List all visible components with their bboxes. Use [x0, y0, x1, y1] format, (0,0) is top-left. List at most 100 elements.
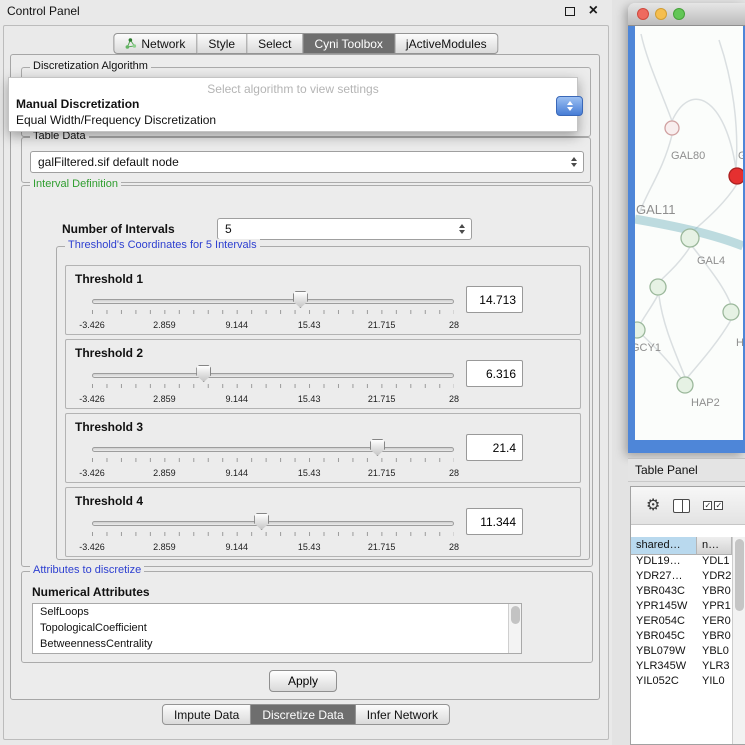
tab-label: Network — [141, 37, 185, 51]
threshold-slider[interactable]: -3.426 2.859 9.144 15.43 21.715 28 — [92, 512, 454, 556]
table-cell: YLR3 — [697, 660, 732, 675]
slider-scale: -3.426 2.859 9.144 15.43 21.715 28 — [92, 542, 454, 554]
tab-network[interactable]: Network — [113, 33, 197, 54]
table-row[interactable]: YIL052C YIL0 — [631, 675, 732, 690]
threshold-value-field[interactable] — [466, 360, 523, 387]
scrollbar-thumb[interactable] — [735, 539, 744, 611]
list-item-selfloops[interactable]: SelfLoops — [33, 604, 521, 620]
threshold-panel-3: Threshold 3 -3.426 2.859 9.144 15.43 21.… — [65, 413, 581, 483]
control-panel-window: Control Panel × Network Style Select Cyn… — [0, 0, 612, 745]
tab-infer-network[interactable]: Infer Network — [356, 704, 450, 725]
table-data-combobox[interactable]: galFiltered.sif default node — [30, 151, 584, 173]
network-node[interactable] — [681, 229, 699, 247]
float-icon[interactable] — [565, 7, 575, 16]
group-attributes-to-discretize: Attributes to discretize Numerical Attri… — [21, 571, 593, 663]
threshold-value-field[interactable] — [466, 434, 523, 461]
tab-impute-data[interactable]: Impute Data — [162, 704, 251, 725]
scale-label: -3.426 — [79, 468, 105, 478]
control-panel-titlebar[interactable]: Control Panel × — [0, 0, 612, 22]
threshold-slider[interactable]: -3.426 2.859 9.144 15.43 21.715 28 — [92, 290, 454, 334]
list-item-betweennesscentrality[interactable]: BetweennessCentrality — [33, 636, 521, 652]
table-cell: YBR045C — [631, 630, 697, 645]
table-scrollbar[interactable] — [732, 537, 745, 744]
tab-label: Infer Network — [367, 708, 438, 722]
network-node[interactable] — [723, 304, 739, 320]
tab-style[interactable]: Style — [197, 33, 247, 54]
tab-select[interactable]: Select — [247, 33, 303, 54]
mac-zoom-button[interactable] — [673, 8, 685, 20]
network-window-titlebar[interactable] — [628, 3, 745, 26]
slider-thumb[interactable] — [254, 513, 269, 530]
threshold-panel-1: Threshold 1 -3.426 2.859 9.144 15.43 21.… — [65, 265, 581, 335]
attributes-list[interactable]: SelfLoops TopologicalCoefficient Between… — [32, 603, 522, 654]
dropdown-option-equal-width-frequency[interactable]: Equal Width/Frequency Discretization — [9, 112, 577, 128]
scale-label: 2.859 — [153, 320, 176, 330]
threshold-slider[interactable]: -3.426 2.859 9.144 15.43 21.715 28 — [92, 438, 454, 482]
table-panel-header: Table Panel — [628, 458, 745, 482]
network-node[interactable] — [677, 377, 693, 393]
slider-thumb[interactable] — [196, 365, 211, 382]
dropdown-option-manual-discretization[interactable]: Manual Discretization — [9, 96, 577, 112]
apply-button[interactable]: Apply — [269, 670, 337, 692]
table-row[interactable]: YBL079W YBL0 — [631, 645, 732, 660]
group-label: Attributes to discretize — [30, 564, 144, 576]
list-item-topologicalcoefficient[interactable]: TopologicalCoefficient — [33, 620, 521, 636]
scale-label: -3.426 — [79, 394, 105, 404]
tab-jactivemodules[interactable]: jActiveModules — [395, 33, 499, 54]
slider-ticks — [92, 310, 454, 314]
table-row[interactable]: YBR045C YBR0 — [631, 630, 732, 645]
threshold-panel-4: Threshold 4 -3.426 2.859 9.144 15.43 21.… — [65, 487, 581, 557]
combobox-arrows-icon — [459, 224, 465, 234]
column-header-shared-name[interactable]: shared… — [631, 537, 697, 555]
slider-track[interactable] — [92, 447, 454, 452]
tab-discretize-data[interactable]: Discretize Data — [251, 704, 355, 725]
table-cell: YLR345W — [631, 660, 697, 675]
scale-label: 9.144 — [226, 542, 249, 552]
table-row[interactable]: YDL19… YDL1 — [631, 555, 732, 570]
select-columns-icon[interactable]: ✓ ✓ — [703, 501, 723, 510]
slider-track[interactable] — [92, 373, 454, 378]
table-row[interactable]: YLR345W YLR3 — [631, 660, 732, 675]
threshold-slider[interactable]: -3.426 2.859 9.144 15.43 21.715 28 — [92, 364, 454, 408]
network-node[interactable] — [665, 121, 679, 135]
scale-label: 15.43 — [298, 542, 321, 552]
slider-thumb[interactable] — [370, 439, 385, 456]
table-row[interactable]: YER054C YER0 — [631, 615, 732, 630]
table-row[interactable]: YBR043C YBR0 — [631, 585, 732, 600]
algorithm-dropdown-popup: Select algorithm to view settings Manual… — [8, 77, 578, 132]
gear-icon[interactable]: ⚙ — [646, 498, 660, 514]
slider-scale: -3.426 2.859 9.144 15.43 21.715 28 — [92, 394, 454, 406]
mac-close-button[interactable] — [637, 8, 649, 20]
table-toolbar: ⚙ ✓ ✓ — [631, 487, 745, 525]
node-label-gal11: GAL11 — [636, 202, 676, 217]
table-panel-title: Table Panel — [635, 463, 698, 477]
table-cell: YIL052C — [631, 675, 697, 690]
network-node[interactable] — [635, 322, 645, 338]
scale-label: 9.144 — [226, 320, 249, 330]
scrollbar-thumb[interactable] — [511, 606, 520, 624]
column-header-name[interactable]: n… — [697, 537, 732, 555]
network-canvas[interactable]: GAL80 G GAL11 GAL4 GCY1 H HAP2 — [635, 26, 743, 440]
group-label: Discretization Algorithm — [30, 60, 151, 72]
slider-track[interactable] — [92, 299, 454, 304]
threshold-value-field[interactable] — [466, 508, 523, 535]
network-node-selected[interactable] — [729, 168, 743, 184]
table-row[interactable]: YPR145W YPR1 — [631, 600, 732, 615]
columns-icon[interactable] — [673, 499, 690, 513]
close-icon[interactable]: × — [589, 3, 598, 19]
table-row[interactable]: YDR27… YDR2 — [631, 570, 732, 585]
network-node[interactable] — [650, 279, 666, 295]
combobox-stepper-button[interactable] — [556, 96, 583, 116]
network-window: GAL80 G GAL11 GAL4 GCY1 H HAP2 — [628, 3, 745, 453]
slider-thumb[interactable] — [293, 291, 308, 308]
mac-minimize-button[interactable] — [655, 8, 667, 20]
network-edge — [719, 40, 737, 169]
scale-label: 15.43 — [298, 320, 321, 330]
slider-track[interactable] — [92, 521, 454, 526]
num-intervals-combobox[interactable]: 5 — [217, 218, 472, 240]
list-scrollbar[interactable] — [508, 604, 521, 653]
scale-label: -3.426 — [79, 542, 105, 552]
scale-label: 28 — [449, 394, 459, 404]
threshold-value-field[interactable] — [466, 286, 523, 313]
tab-cyni-toolbox[interactable]: Cyni Toolbox — [303, 33, 394, 54]
